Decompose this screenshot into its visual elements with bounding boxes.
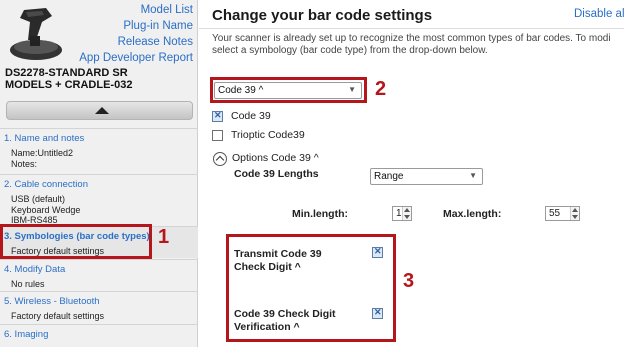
- step-detail: Factory default settings: [11, 311, 105, 321]
- callout-box-1: [0, 224, 152, 259]
- device-name: DS2278-STANDARD SR MODELS + CRADLE-032: [5, 67, 132, 91]
- step-title[interactable]: 6. Imaging: [4, 329, 198, 340]
- code39-checkbox[interactable]: [212, 110, 223, 122]
- options-toggle-label[interactable]: Options Code 39 ^: [232, 152, 319, 164]
- callout-number-2: 2: [375, 78, 387, 100]
- lengths-select[interactable]: Range ▼: [370, 168, 483, 185]
- callout-number-1: 1: [158, 226, 170, 248]
- plugin-name-link[interactable]: Plug-in Name: [123, 20, 193, 32]
- device-name-line2: MODELS + CRADLE-032: [5, 79, 133, 91]
- collapse-options-icon[interactable]: [213, 152, 227, 166]
- step-detail: Name:Untitled2: [11, 148, 74, 158]
- stepper-arrows-icon[interactable]: [570, 207, 579, 220]
- step-title[interactable]: 5. Wireless - Bluetooth: [4, 296, 198, 307]
- disable-all-link[interactable]: Disable all: [574, 8, 624, 20]
- step-modify-data[interactable]: 4. Modify Data No rules: [0, 259, 198, 290]
- max-length-label: Max.length:: [443, 208, 502, 220]
- step-detail: Notes:: [11, 158, 38, 169]
- lengths-label: Code 39 Lengths: [234, 168, 319, 180]
- step-name-and-notes[interactable]: 1. Name and notes Name:Untitled2 Notes:: [0, 128, 198, 169]
- step-title[interactable]: 4. Modify Data: [4, 264, 198, 275]
- min-length-stepper[interactable]: 1: [392, 206, 412, 221]
- sidebar: Model List Plug-in Name Release Notes Ap…: [0, 0, 198, 347]
- collapse-button[interactable]: [6, 101, 193, 120]
- release-notes-link[interactable]: Release Notes: [118, 36, 193, 48]
- trioptic-code39-label: Trioptic Code39: [231, 129, 305, 141]
- step-imaging[interactable]: 6. Imaging: [0, 324, 198, 347]
- trioptic-code39-checkbox[interactable]: [212, 130, 223, 141]
- scanner-product-image: [10, 8, 62, 60]
- divider: [199, 28, 624, 29]
- step-title[interactable]: 1. Name and notes: [4, 133, 198, 144]
- step-detail: USB (default): [11, 194, 66, 204]
- step-detail: Keyboard Wedge: [11, 204, 81, 215]
- lengths-select-value: Range: [374, 171, 404, 182]
- device-name-line1: DS2278-STANDARD SR: [5, 67, 128, 79]
- description-line: Your scanner is already set up to recogn…: [212, 33, 611, 44]
- chevron-down-icon: ▼: [469, 171, 477, 180]
- app-developer-report-link[interactable]: App Developer Report: [79, 52, 193, 64]
- max-length-value[interactable]: 55: [549, 208, 560, 219]
- callout-number-3: 3: [403, 270, 415, 292]
- max-length-stepper[interactable]: 55: [545, 206, 580, 221]
- callout-box-2: [210, 77, 367, 103]
- min-length-value[interactable]: 1: [396, 208, 402, 219]
- code39-label: Code 39: [231, 110, 271, 122]
- step-wireless-bluetooth[interactable]: 5. Wireless - Bluetooth Factory default …: [0, 291, 198, 323]
- collapse-up-icon: [95, 107, 109, 114]
- min-length-label: Min.length:: [292, 208, 348, 220]
- description-line: select a symbology (bar code type) from …: [212, 45, 488, 56]
- stepper-arrows-icon[interactable]: [402, 207, 411, 220]
- step-detail: No rules: [11, 279, 45, 289]
- page-title: Change your bar code settings: [212, 7, 433, 24]
- step-cable-connection[interactable]: 2. Cable connection USB (default) Keyboa…: [0, 174, 198, 226]
- model-list-link[interactable]: Model List: [141, 4, 193, 16]
- step-title[interactable]: 2. Cable connection: [4, 179, 198, 190]
- callout-box-3: [226, 234, 396, 342]
